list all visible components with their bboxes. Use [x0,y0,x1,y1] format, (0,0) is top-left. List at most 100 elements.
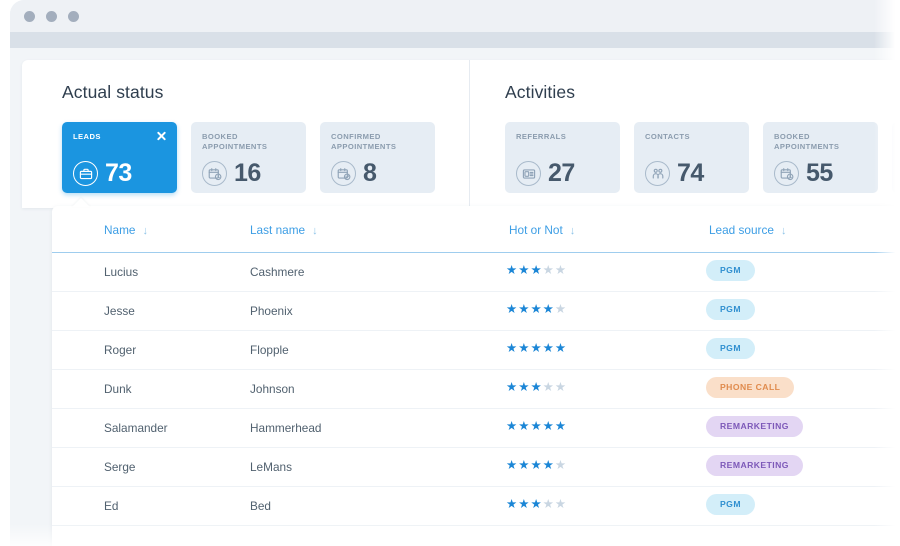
star-icon[interactable]: ★ [530,380,541,394]
cell-name: Ed [104,499,119,513]
table-row[interactable]: Serge LeMans ★ ★ ★ ★ ★ REMARKETING [52,448,900,487]
close-icon[interactable] [156,130,167,141]
lead-source-cell: PGM [706,299,755,320]
star-icon[interactable]: ★ [506,380,517,394]
star-icon[interactable]: ★ [555,263,566,277]
star-icon[interactable]: ★ [518,497,529,511]
close-window-dot[interactable] [24,11,35,22]
star-icon[interactable]: ★ [555,419,566,433]
rating-stars[interactable]: ★ ★ ★ ★ ★ [506,302,566,316]
column-header-source[interactable]: Lead source ↓ [709,223,786,237]
arrow-down-icon[interactable]: ↓ [570,225,576,237]
cell-last-name: Bed [250,499,271,513]
arrow-down-icon[interactable]: ↓ [142,225,148,237]
star-icon[interactable]: ★ [506,458,517,472]
star-icon[interactable]: ★ [543,302,554,316]
arrow-down-icon[interactable]: ↓ [781,225,787,237]
star-icon[interactable]: ★ [555,497,566,511]
table-row[interactable]: Salamander Hammerhead ★ ★ ★ ★ ★ REMARKETING [52,409,900,448]
status-badge[interactable]: PGM [706,260,755,281]
star-icon[interactable]: ★ [530,302,541,316]
star-icon[interactable]: ★ [530,497,541,511]
star-icon[interactable]: ★ [543,497,554,511]
stat-card-label: REFERRALS [516,132,567,141]
maximize-window-dot[interactable] [68,11,79,22]
actual-status-title: Actual status [62,82,164,102]
star-icon[interactable]: ★ [555,302,566,316]
browser-toolbar [10,32,900,48]
status-badge[interactable]: REMARKETING [706,416,803,437]
rating-stars[interactable]: ★ ★ ★ ★ ★ [506,263,566,277]
arrow-down-icon[interactable]: ↓ [312,225,318,237]
star-icon[interactable]: ★ [543,341,554,355]
cell-name: Serge [104,460,136,474]
status-badge[interactable]: PGM [706,299,755,320]
stat-card-confirmed-appointments[interactable]: CONFIRMED APPOINTMENTS [892,122,900,193]
rating-stars[interactable]: ★ ★ ★ ★ ★ [506,341,566,355]
lead-source-cell: PHONE CALL [706,377,795,398]
star-icon[interactable]: ★ [530,419,541,433]
star-icon[interactable]: ★ [506,419,517,433]
status-badge[interactable]: REMARKETING [706,455,803,476]
star-icon[interactable]: ★ [518,458,529,472]
stat-card-value: 73 [105,159,132,187]
minimize-window-dot[interactable] [46,11,57,22]
star-icon[interactable]: ★ [518,341,529,355]
table-row[interactable]: Ed Bed ★ ★ ★ ★ ★ PGM [52,487,900,526]
cell-name: Jesse [104,304,135,318]
stat-card-booked-appointments[interactable]: BOOKED APPOINTMENTS 55 [763,122,878,193]
stat-card-label: CONFIRMED APPOINTMENTS [331,132,397,151]
star-icon[interactable]: ★ [543,419,554,433]
star-icon[interactable]: ★ [530,263,541,277]
column-header-label: Hot or Not [509,223,563,237]
star-icon[interactable]: ★ [555,458,566,472]
browser-titlebar [10,0,900,32]
cell-name: Salamander [104,421,168,435]
column-header-label: Lead source [709,223,774,237]
rating-stars[interactable]: ★ ★ ★ ★ ★ [506,497,566,511]
leads-table-caret [72,198,90,207]
status-badge[interactable]: PGM [706,494,755,515]
column-header-last[interactable]: Last name ↓ [250,223,318,237]
column-header-name[interactable]: Name ↓ [104,223,148,237]
table-row[interactable]: Roger Flopple ★ ★ ★ ★ ★ PGM [52,331,900,370]
rating-stars[interactable]: ★ ★ ★ ★ ★ [506,458,566,472]
star-icon[interactable]: ★ [555,380,566,394]
stat-card-footer: 8 [331,161,377,186]
star-icon[interactable]: ★ [543,458,554,472]
cell-name: Roger [104,343,137,357]
star-icon[interactable]: ★ [530,341,541,355]
stat-card-booked-appointments[interactable]: BOOKED APPOINTMENTS 16 [191,122,306,193]
status-badge[interactable]: PGM [706,338,755,359]
star-icon[interactable]: ★ [543,263,554,277]
stat-card-confirmed-appointments[interactable]: CONFIRMED APPOINTMENTS 8 [320,122,435,193]
stat-card-referrals[interactable]: REFERRALS 27 [505,122,620,193]
status-badge[interactable]: PHONE CALL [706,377,795,398]
column-header-hot[interactable]: Hot or Not ↓ [509,223,575,237]
star-icon[interactable]: ★ [555,341,566,355]
star-icon[interactable]: ★ [506,341,517,355]
rating-stars[interactable]: ★ ★ ★ ★ ★ [506,419,566,433]
star-icon[interactable]: ★ [543,380,554,394]
star-icon[interactable]: ★ [518,263,529,277]
table-row[interactable]: Dunk Johnson ★ ★ ★ ★ ★ PHONE CALL [52,370,900,409]
star-icon[interactable]: ★ [518,380,529,394]
cell-last-name: Cashmere [250,265,305,279]
star-icon[interactable]: ★ [506,263,517,277]
stat-card-contacts[interactable]: CONTACTS 74 [634,122,749,193]
table-row[interactable]: Lucius Cashmere ★ ★ ★ ★ ★ PGM [52,253,900,292]
calendar-clock-icon [202,161,227,186]
stat-card-leads[interactable]: LEADS 73 [62,122,177,193]
star-icon[interactable]: ★ [518,419,529,433]
stat-card-label: BOOKED APPOINTMENTS [774,132,840,151]
table-row[interactable]: Jesse Phoenix ★ ★ ★ ★ ★ PGM [52,292,900,331]
star-icon[interactable]: ★ [506,497,517,511]
lead-source-cell: PGM [706,494,755,515]
stat-card-footer: 27 [516,161,575,186]
star-icon[interactable]: ★ [518,302,529,316]
star-icon[interactable]: ★ [506,302,517,316]
browser-window: Actual status LEADS 73 BOOKED APPOINTMENTS… [10,0,900,546]
stat-card-footer: 55 [774,161,833,186]
star-icon[interactable]: ★ [530,458,541,472]
rating-stars[interactable]: ★ ★ ★ ★ ★ [506,380,566,394]
